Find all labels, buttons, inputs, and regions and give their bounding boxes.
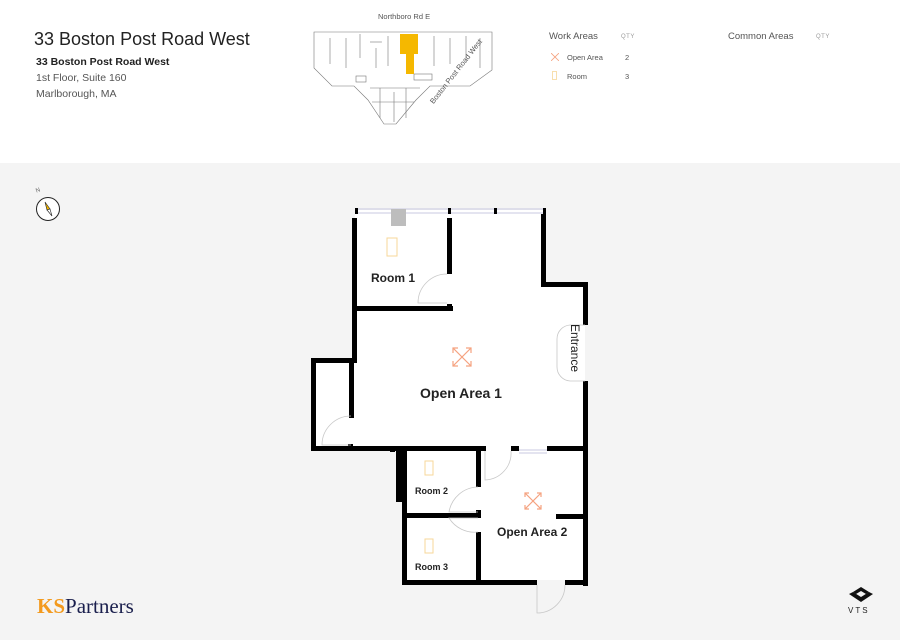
- room-1-label: Room 1: [371, 271, 416, 285]
- ks-partners-logo: KSPartners: [37, 594, 134, 619]
- entrance-label: Entrance: [568, 324, 582, 373]
- floor-plan: [311, 208, 588, 614]
- floorplan-page: 33 Boston Post Road West 33 Boston Post …: [0, 0, 900, 640]
- open-area-1-label: Open Area 1: [420, 385, 502, 401]
- vts-logo-icon: [849, 587, 873, 602]
- vts-logo-text: VTS: [848, 606, 870, 615]
- room-2-label: Room 2: [415, 486, 449, 496]
- logo-ks-text: KS: [37, 594, 66, 618]
- room-3-label: Room 3: [415, 562, 449, 572]
- logo-partners-text: Partners: [65, 594, 134, 618]
- column: [391, 209, 406, 226]
- open-area-2-label: Open Area 2: [497, 525, 568, 539]
